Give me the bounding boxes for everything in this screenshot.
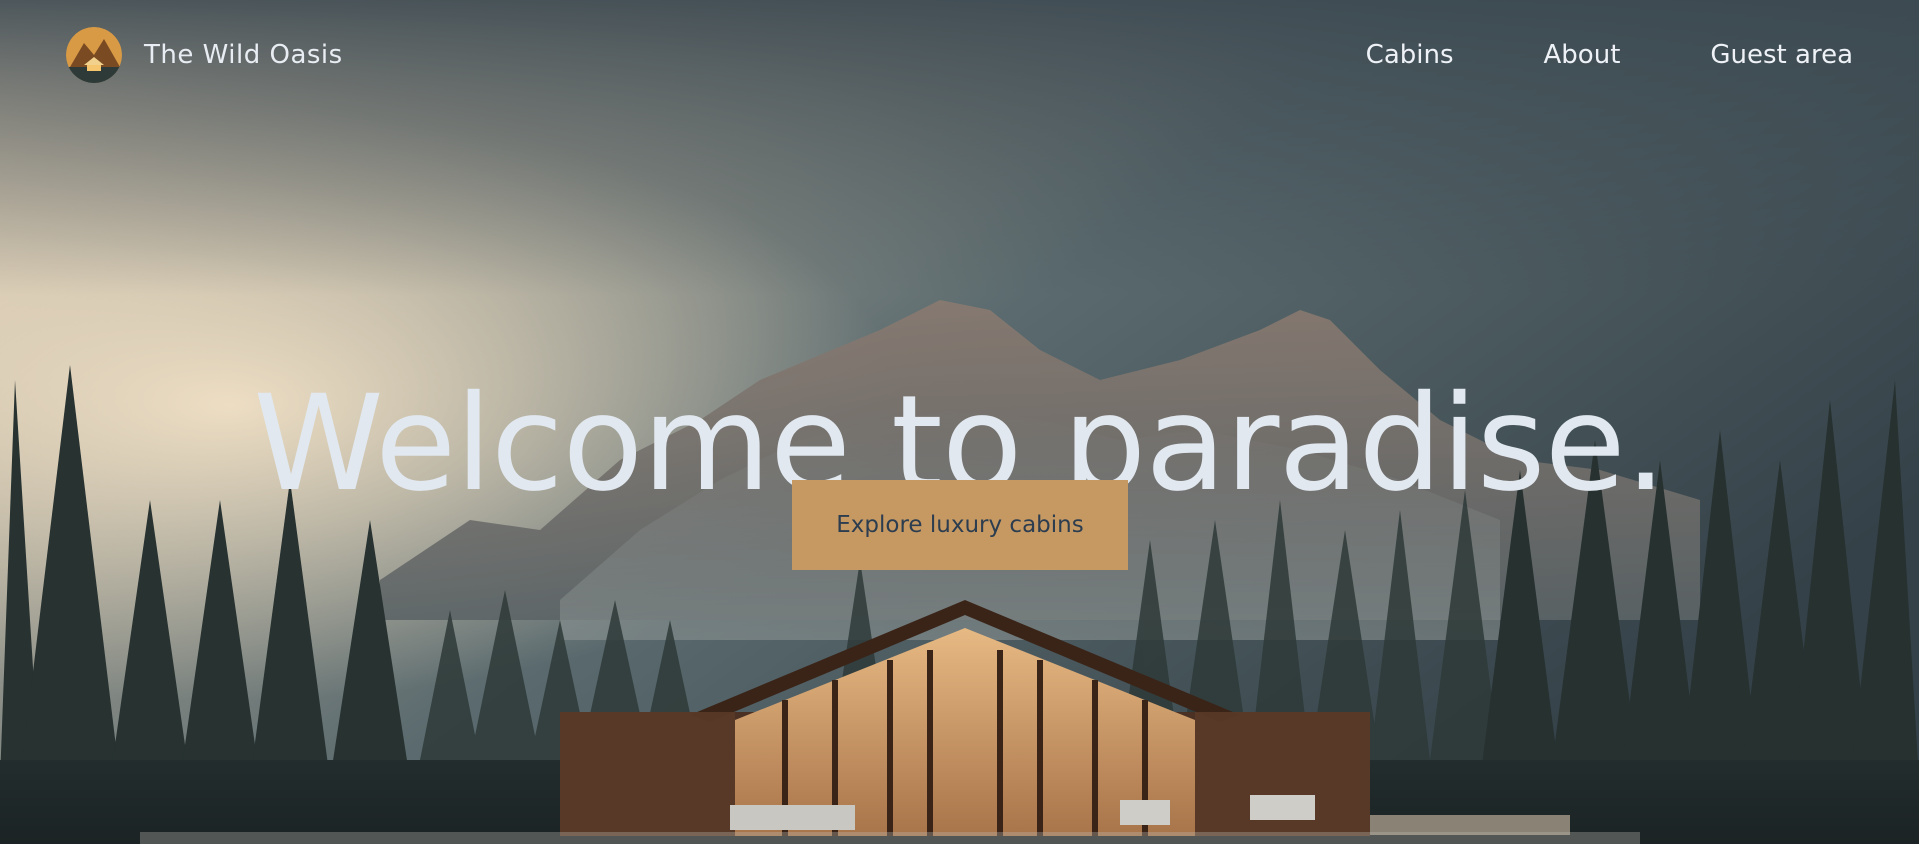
explore-cabins-button[interactable]: Explore luxury cabins — [792, 480, 1128, 570]
cabin-mountain-logo-icon — [66, 27, 122, 83]
nav-link-about[interactable]: About — [1544, 40, 1621, 70]
site-header: The Wild Oasis Cabins About Guest area — [0, 0, 1919, 110]
brand-link[interactable]: The Wild Oasis — [66, 27, 343, 83]
brand-name: The Wild Oasis — [144, 40, 343, 70]
nav-link-guest-area[interactable]: Guest area — [1710, 40, 1853, 70]
main-nav: Cabins About Guest area — [1366, 40, 1853, 70]
nav-link-cabins[interactable]: Cabins — [1366, 40, 1454, 70]
